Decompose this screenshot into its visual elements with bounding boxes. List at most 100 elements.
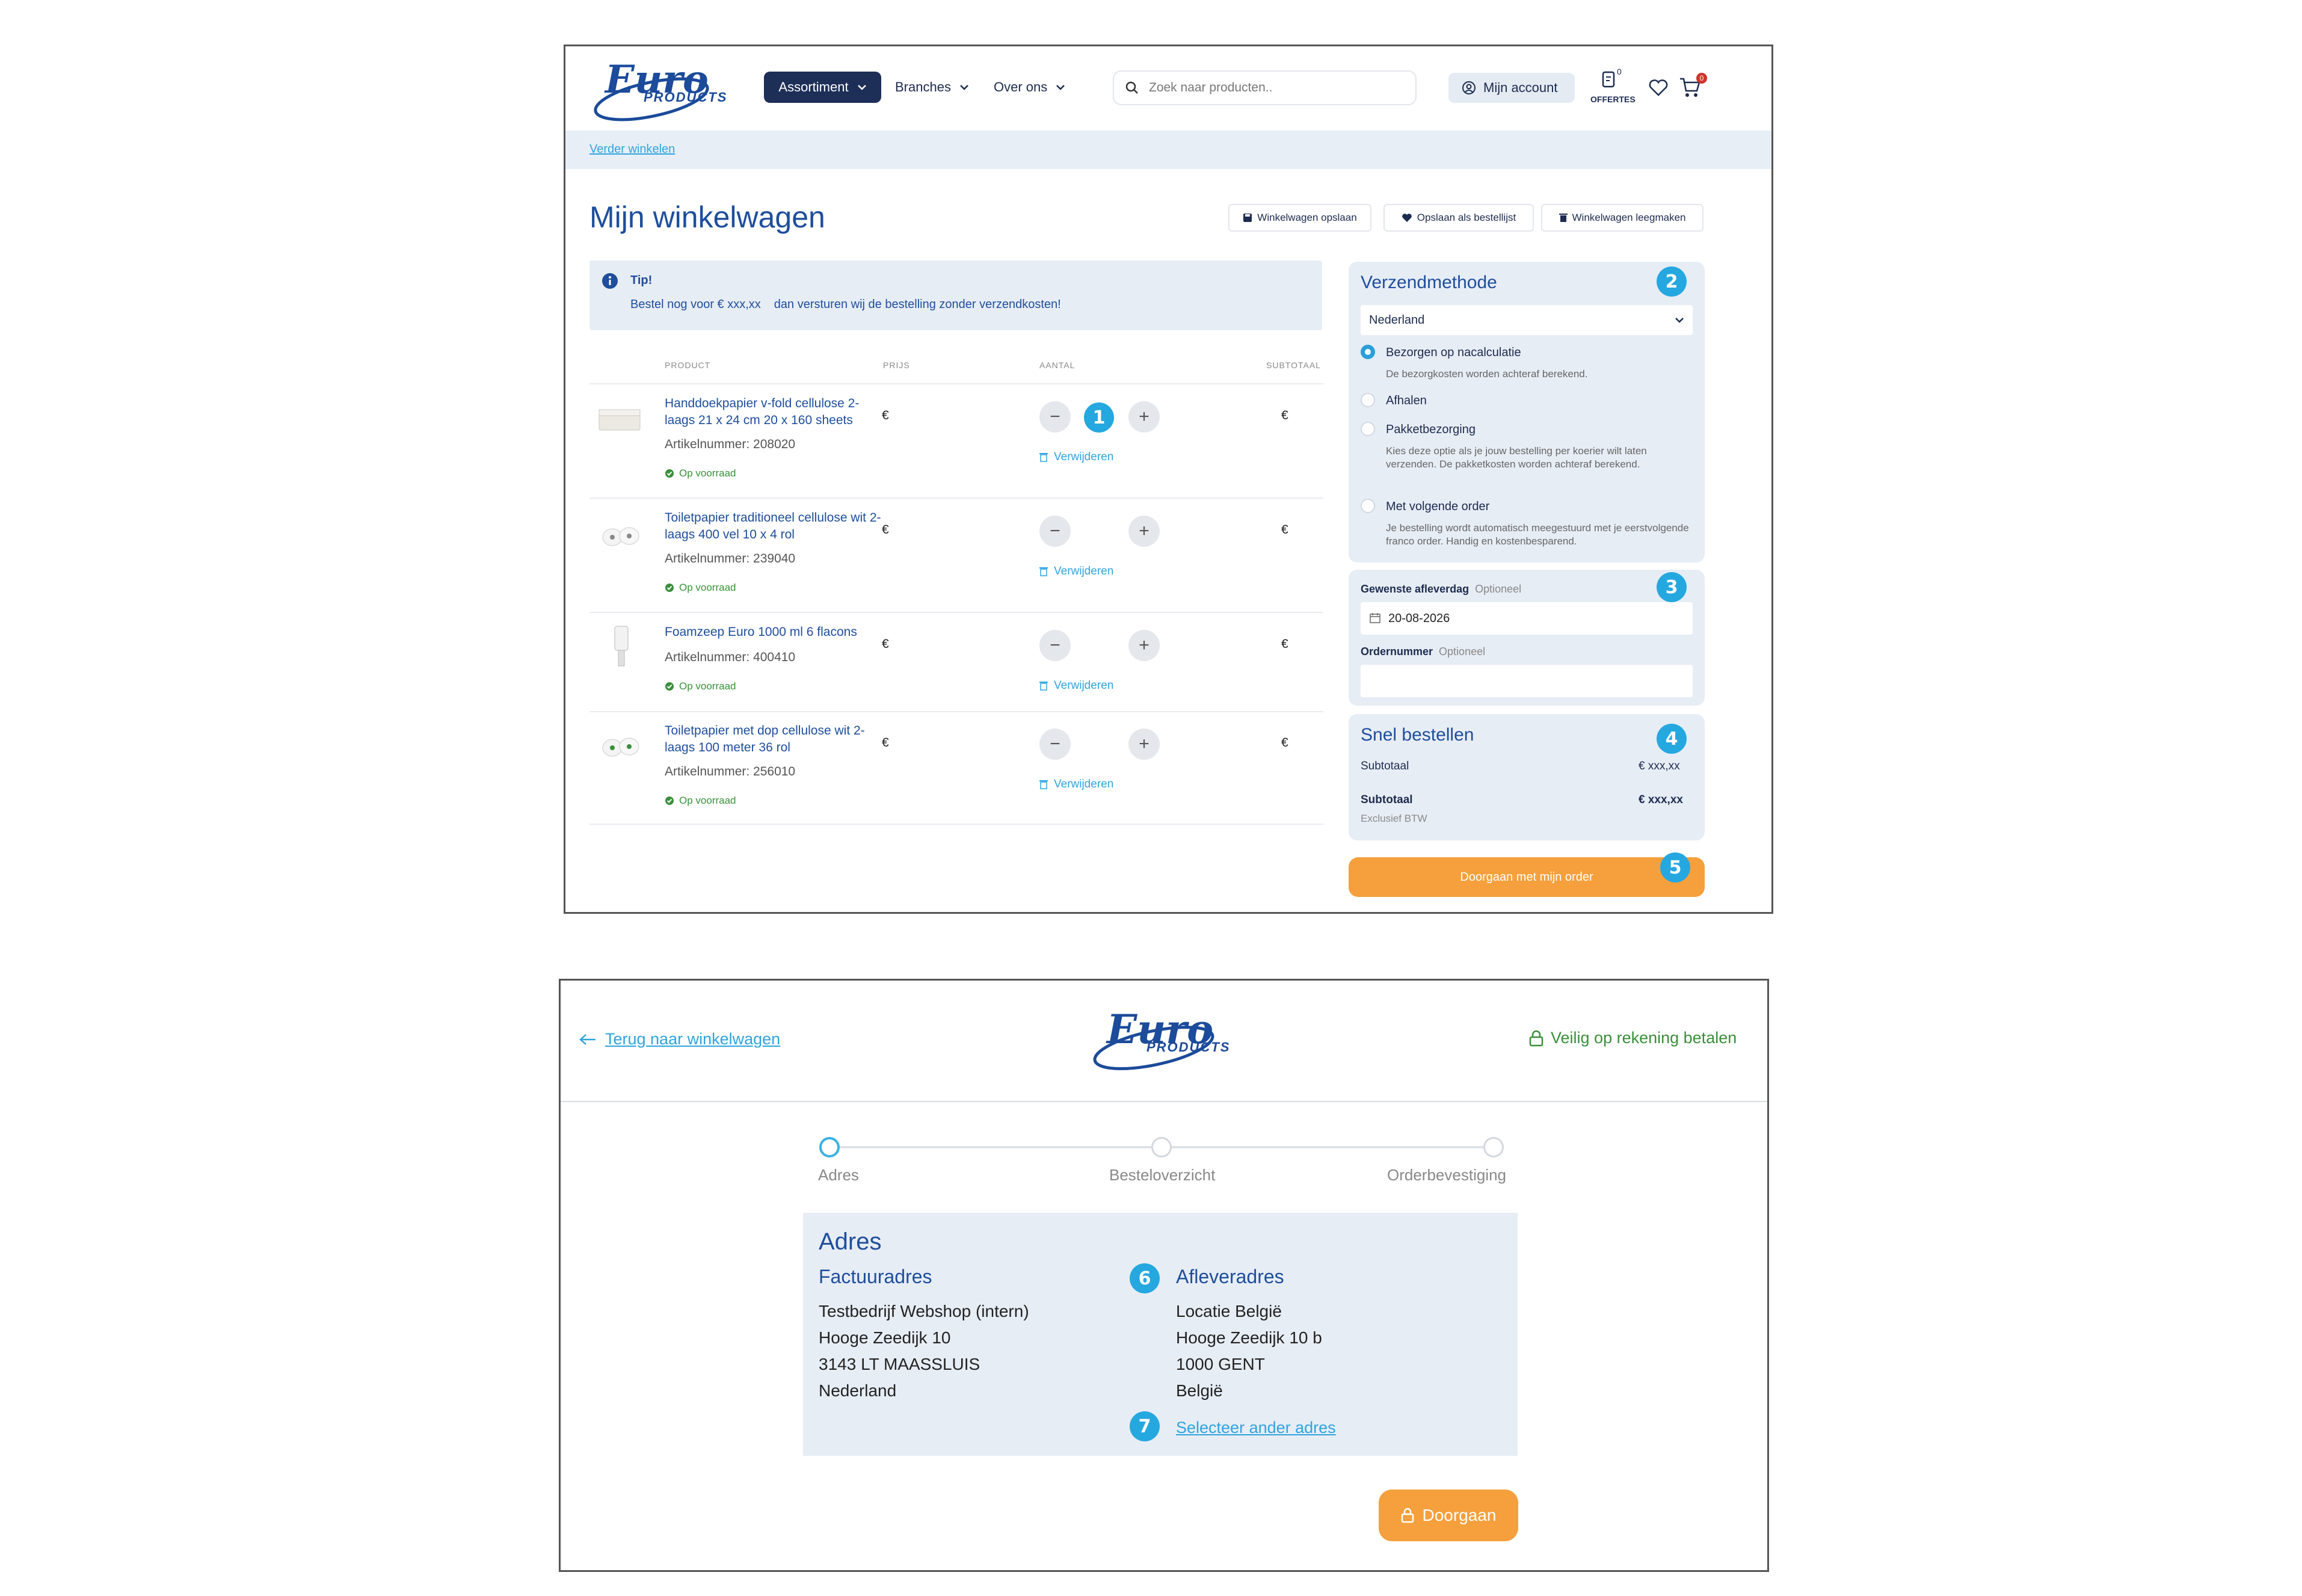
heart-icon[interactable] bbox=[1648, 79, 1669, 97]
save-cart-button[interactable]: Winkelwagen opslaan bbox=[1228, 204, 1371, 232]
stock-label: Op voorraad bbox=[679, 467, 736, 479]
delivery-date-input[interactable]: 20-08-2026 bbox=[1361, 602, 1693, 635]
step-label-confirmation: Orderbevestiging bbox=[1387, 1166, 1506, 1184]
qty-decrease-button[interactable]: − bbox=[1039, 729, 1071, 760]
search-icon bbox=[1125, 81, 1138, 94]
qty-decrease-button[interactable]: − bbox=[1039, 630, 1071, 661]
shipping-option-radio[interactable] bbox=[1361, 422, 1375, 436]
check-circle-icon bbox=[665, 469, 674, 478]
item-subtotal: € bbox=[1281, 637, 1288, 651]
qty-increase-button[interactable]: + bbox=[1128, 630, 1160, 661]
shipping-option-desc: De bezorgkosten worden achteraf berekend… bbox=[1386, 368, 1588, 380]
order-number-input[interactable] bbox=[1361, 665, 1693, 697]
qty-increase-button[interactable]: + bbox=[1128, 729, 1160, 760]
checkout-screen-frame: Terug naar winkelwagen Euro PRODUCTS Vei… bbox=[559, 979, 1769, 1572]
empty-cart-label: Winkelwagen leegmaken bbox=[1572, 212, 1686, 223]
stock-status: Op voorraad bbox=[665, 680, 736, 692]
chevron-down-icon bbox=[960, 85, 968, 90]
article-number: Artikelnummer: 256010 bbox=[665, 765, 796, 778]
offertes-count: 0 bbox=[1617, 67, 1622, 76]
delivery-date-label-text: Gewenste afleverdag bbox=[1361, 583, 1470, 595]
shipping-option-radio[interactable] bbox=[1361, 499, 1375, 513]
remove-label: Verwijderen bbox=[1054, 778, 1114, 790]
save-as-list-button[interactable]: Opslaan als bestellijst bbox=[1383, 204, 1534, 232]
header-divider bbox=[561, 1101, 1767, 1102]
billing-title: Factuuradres bbox=[819, 1266, 932, 1287]
offertes-label: OFFERTES bbox=[1590, 94, 1636, 104]
select-other-address-link[interactable]: Selecteer ander adres bbox=[1176, 1419, 1336, 1437]
search-input[interactable]: Zoek naar producten.. bbox=[1113, 70, 1417, 105]
shipping-option-radio[interactable] bbox=[1361, 393, 1375, 407]
stock-status: Op voorraad bbox=[665, 795, 736, 807]
qty-decrease-button[interactable]: − bbox=[1039, 401, 1071, 433]
cart-button[interactable]: 0 bbox=[1678, 73, 1708, 102]
step-dot-address[interactable] bbox=[819, 1137, 840, 1157]
qty-increase-button[interactable]: + bbox=[1128, 516, 1160, 547]
logo-sub: PRODUCTS bbox=[1146, 1040, 1231, 1055]
trash-icon bbox=[1039, 453, 1048, 462]
remove-item-button[interactable]: Verwijderen bbox=[1039, 565, 1113, 578]
delivery-panel: Gewenste afleverdag Optioneel 20-08-2026 … bbox=[1349, 570, 1705, 706]
subtotal-label: Subtotaal bbox=[1361, 760, 1409, 772]
shipping-option-title: Pakketbezorging bbox=[1386, 423, 1476, 436]
address-title: Adres bbox=[819, 1228, 882, 1255]
article-number: Artikelnummer: 208020 bbox=[665, 437, 796, 451]
quick-order-title: Snel bestellen bbox=[1361, 725, 1474, 745]
remove-item-button[interactable]: Verwijderen bbox=[1039, 679, 1113, 692]
country-select[interactable]: Nederland bbox=[1361, 305, 1693, 335]
empty-cart-button[interactable]: Winkelwagen leegmaken bbox=[1541, 204, 1703, 232]
billing-line: Hooge Zeedijk 10 bbox=[819, 1328, 951, 1347]
billing-line: 3143 LT MAASSLUIS bbox=[819, 1355, 980, 1373]
offertes-button[interactable]: 0 OFFERTES bbox=[1582, 67, 1642, 110]
brand-logo[interactable]: Euro PRODUCTS bbox=[588, 56, 733, 122]
chevron-down-icon bbox=[857, 85, 866, 90]
product-name[interactable]: Foamzeep Euro 1000 ml 6 flacons bbox=[665, 624, 881, 641]
remove-item-button[interactable]: Verwijderen bbox=[1039, 451, 1113, 464]
lock-icon bbox=[1401, 1508, 1414, 1523]
annotation-badge-7: 7 bbox=[1130, 1411, 1160, 1441]
tip-title: Tip! bbox=[630, 274, 653, 287]
product-name[interactable]: Toiletpapier traditioneel cellulose wit … bbox=[665, 510, 881, 543]
toilet-roll-image bbox=[602, 527, 639, 546]
back-to-cart-link[interactable]: Terug naar winkelwagen bbox=[579, 1030, 780, 1049]
step-label-address: Adres bbox=[818, 1166, 859, 1184]
remove-item-button[interactable]: Verwijderen bbox=[1039, 778, 1113, 791]
account-button[interactable]: Mijn account bbox=[1448, 73, 1575, 103]
tip-text-before: Bestel nog voor € xxx,xx bbox=[630, 298, 761, 311]
item-price: € bbox=[882, 736, 889, 750]
shipping-option-title: Afhalen bbox=[1386, 394, 1427, 407]
continue-order-label: Doorgaan met mijn order bbox=[1460, 870, 1593, 884]
nav-assortiment[interactable]: Assortiment bbox=[764, 72, 881, 103]
shipping-option-title: Bezorgen op nacalculatie bbox=[1386, 346, 1521, 359]
qty-increase-button[interactable]: + bbox=[1128, 401, 1160, 433]
shipping-option-desc: Kies deze optie als je jouw bestelling p… bbox=[1386, 445, 1647, 470]
delivery-line: Locatie België bbox=[1176, 1302, 1282, 1320]
check-circle-icon bbox=[665, 584, 674, 592]
item-subtotal: € bbox=[1281, 523, 1288, 537]
remove-label: Verwijderen bbox=[1054, 451, 1114, 463]
step-dot-overview[interactable] bbox=[1151, 1137, 1172, 1157]
delivery-line: Hooge Zeedijk 10 b bbox=[1176, 1328, 1322, 1347]
search-placeholder: Zoek naar producten.. bbox=[1149, 81, 1273, 94]
continue-shopping-link[interactable]: Verder winkelen bbox=[589, 143, 675, 156]
product-name[interactable]: Handdoekpapier v-fold cellulose 2-laags … bbox=[665, 395, 881, 429]
product-name[interactable]: Toiletpapier met dop cellulose wit 2-laa… bbox=[665, 723, 881, 756]
trash-icon bbox=[1559, 214, 1568, 222]
product-image bbox=[597, 519, 645, 550]
back-to-cart-label: Terug naar winkelwagen bbox=[605, 1030, 781, 1048]
toilet-roll-image bbox=[602, 738, 639, 757]
optional-hint: Optioneel bbox=[1475, 583, 1522, 595]
brand-logo[interactable]: Euro PRODUCTS bbox=[1089, 1005, 1239, 1071]
tip-text: Bestel nog voor € xxx,xx dan versturen w… bbox=[630, 298, 1061, 312]
shipping-option-radio[interactable] bbox=[1361, 345, 1375, 359]
continue-button[interactable]: Doorgaan bbox=[1379, 1490, 1518, 1541]
continue-order-button[interactable]: Doorgaan met mijn order bbox=[1349, 857, 1705, 897]
step-dot-confirmation[interactable] bbox=[1483, 1137, 1504, 1157]
delivery-line: 1000 GENT bbox=[1176, 1355, 1265, 1373]
nav-branches[interactable]: Branches bbox=[895, 79, 969, 95]
nav-over-ons[interactable]: Over ons bbox=[994, 79, 1065, 95]
qty-decrease-button[interactable]: − bbox=[1039, 516, 1071, 547]
table-divider bbox=[589, 383, 1323, 384]
billing-address: Testbedrijf Webshop (intern) Hooge Zeedi… bbox=[819, 1298, 1029, 1404]
excl-vat-note: Exclusief BTW bbox=[1361, 813, 1427, 824]
